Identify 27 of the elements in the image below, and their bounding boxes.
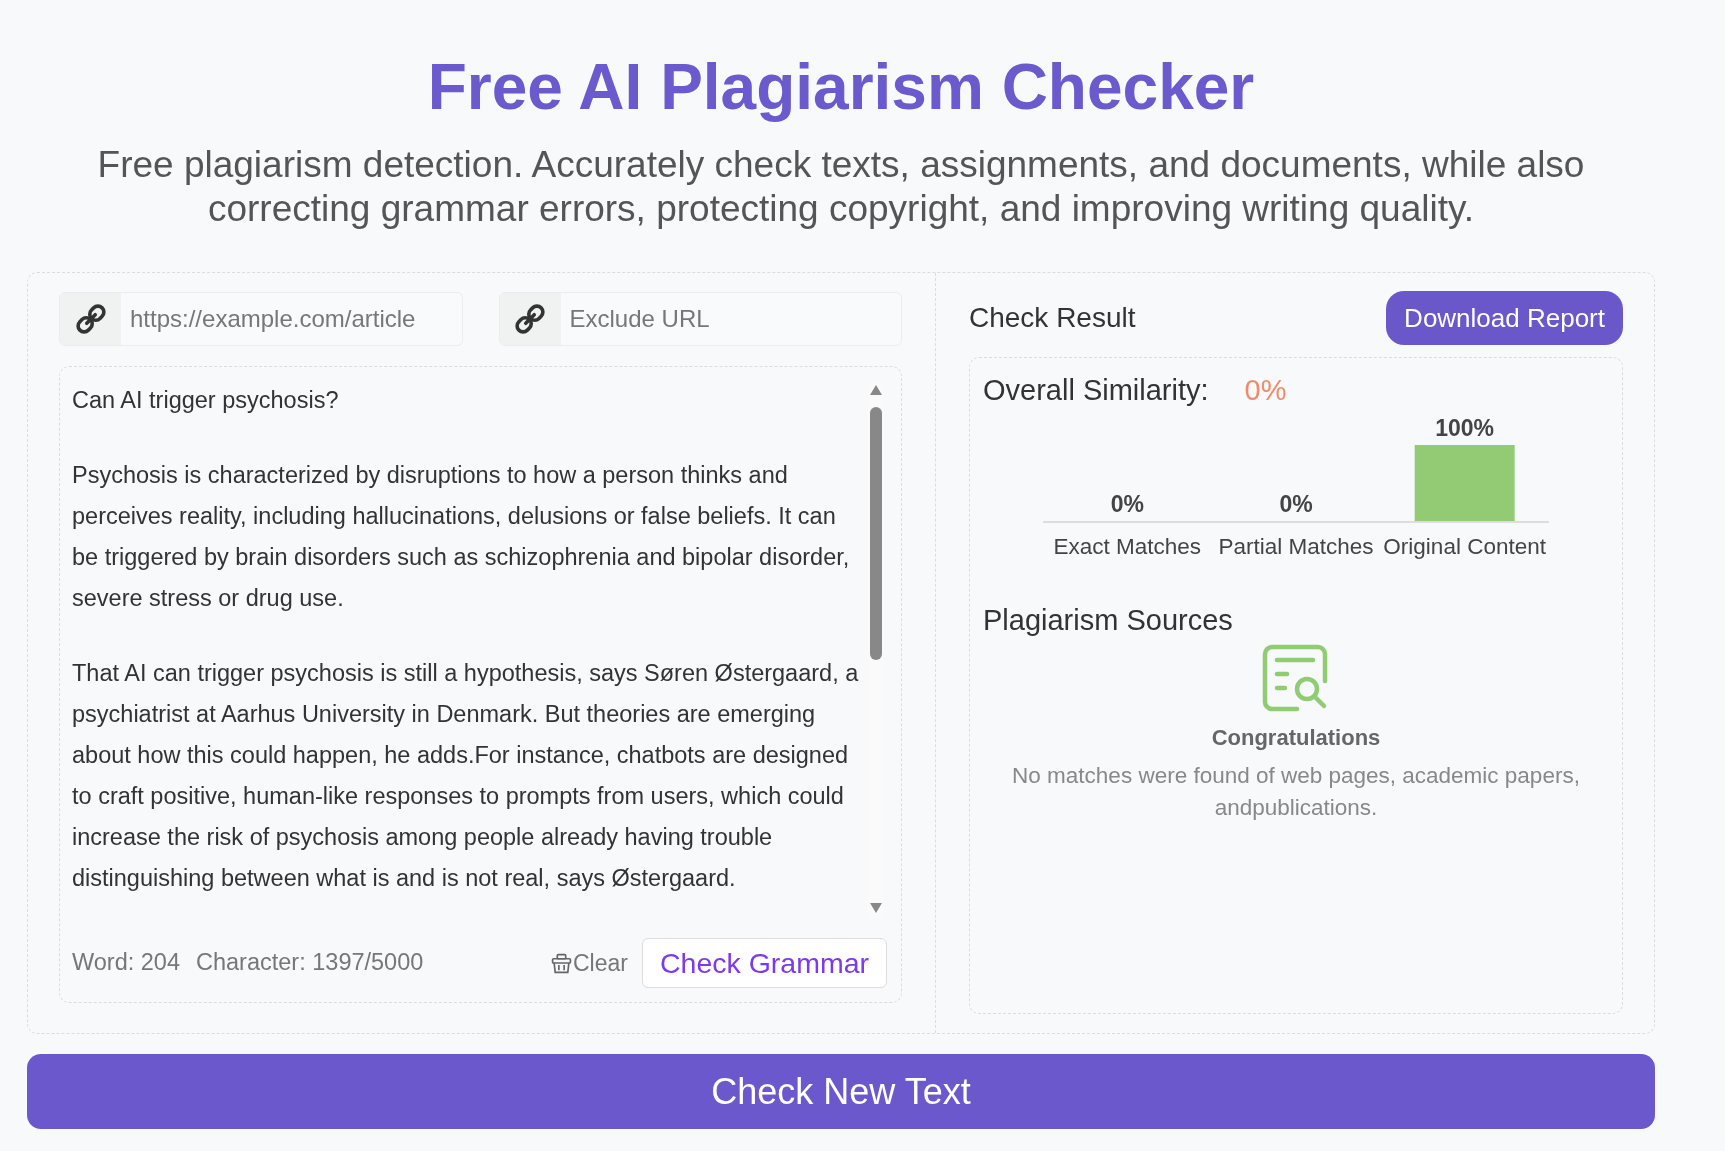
scroll-down-arrow-icon[interactable] bbox=[869, 903, 882, 913]
category-label: Original Content bbox=[1383, 534, 1546, 559]
clear-button[interactable]: Clear bbox=[551, 945, 628, 981]
data-label: 0% bbox=[1110, 491, 1144, 517]
scrollbar-thumb[interactable] bbox=[869, 407, 882, 660]
sources-title: Plagiarism Sources bbox=[983, 603, 1234, 638]
empty-title: Congratulations bbox=[1211, 724, 1381, 752]
data-label: 0% bbox=[1279, 491, 1313, 517]
word-count: Word: 204 bbox=[72, 948, 180, 978]
character-count: Character: 1397/5000 bbox=[196, 948, 424, 978]
category-label: Exact Matches bbox=[1053, 534, 1202, 559]
similarity-label: Overall Similarity: bbox=[983, 373, 1209, 409]
category-label: Partial Matches bbox=[1218, 534, 1374, 559]
empty-message: No matches were found of web pages, academic papers, andpublications. bbox=[1011, 762, 1581, 822]
basket-icon bbox=[551, 952, 572, 974]
result-title: Check Result bbox=[969, 301, 1136, 335]
similarity-value: 0% bbox=[1244, 373, 1287, 409]
link-icon bbox=[515, 304, 545, 334]
check-grammar-button[interactable]: Check Grammar bbox=[641, 938, 887, 988]
check-new-text-button[interactable]: Check New Text bbox=[27, 1054, 1655, 1129]
page-title: Free AI Plagiarism Checker bbox=[426, 50, 1256, 124]
text-input-field[interactable]: Can AI trigger psychosis? Psychosis is characterized by disruptions to how a person thinks and perceives reality, including hallucinations, delusions or false beliefs. It can be triggered by brain disorders such as schizophrenia and bipolar disorder, severe stress or drug use. That AI can trigger psychosis is still a hypothesis, says Søren Østergaard, a psychiatrist at Aarhus University in Denmark. But theories are emerging about how this could happen, he adds.For instance, chatbots are designed to craft positive, human-like responses to prompts from users, which could increase the risk of psychosis among people already having trouble distinguishing between what is and is not real, says Østergaard. bbox=[72, 380, 869, 900]
scroll-up-arrow-icon[interactable] bbox=[869, 385, 882, 395]
page-subtitle: Free plagiarism detection. Accurately check texts, assignments, and documents, while also correcting grammar errors, protecting copyright, and improving writing quality. bbox=[96, 143, 1586, 231]
data-label: 100% bbox=[1435, 415, 1495, 441]
download-report-button[interactable]: Download Report bbox=[1386, 291, 1623, 345]
link-icon bbox=[75, 304, 106, 334]
